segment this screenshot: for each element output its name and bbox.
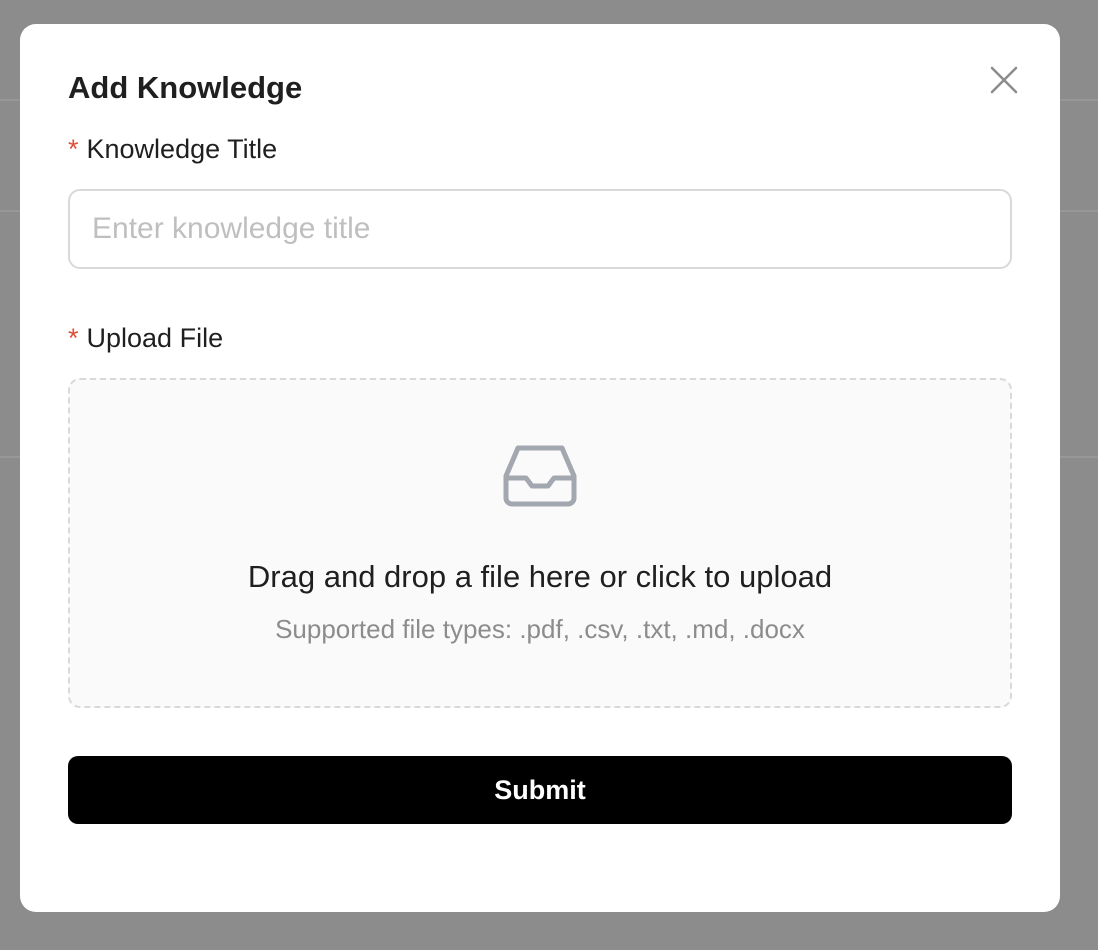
supported-file-types: Supported file types: .pdf, .csv, .txt, … <box>275 614 805 644</box>
close-button[interactable] <box>986 62 1022 98</box>
required-mark: * <box>68 134 79 164</box>
knowledge-title-label: * Knowledge Title <box>68 136 277 163</box>
dialog-title: Add Knowledge <box>68 70 303 105</box>
knowledge-title-input[interactable] <box>68 189 1012 269</box>
submit-button[interactable]: Submit <box>68 756 1012 824</box>
upload-file-label-text: Upload File <box>86 323 224 353</box>
close-icon <box>990 66 1018 94</box>
upload-file-label: * Upload File <box>68 325 223 352</box>
add-knowledge-dialog: Add Knowledge *Knowledge Title *Upload F… <box>20 24 1060 912</box>
required-mark: * <box>68 323 79 353</box>
file-dropzone[interactable]: Drag and drop a file here or click to up… <box>68 378 1012 708</box>
inbox-icon <box>503 445 577 507</box>
knowledge-title-label-text: Knowledge Title <box>86 134 278 164</box>
dropzone-instruction: Drag and drop a file here or click to up… <box>247 559 833 594</box>
